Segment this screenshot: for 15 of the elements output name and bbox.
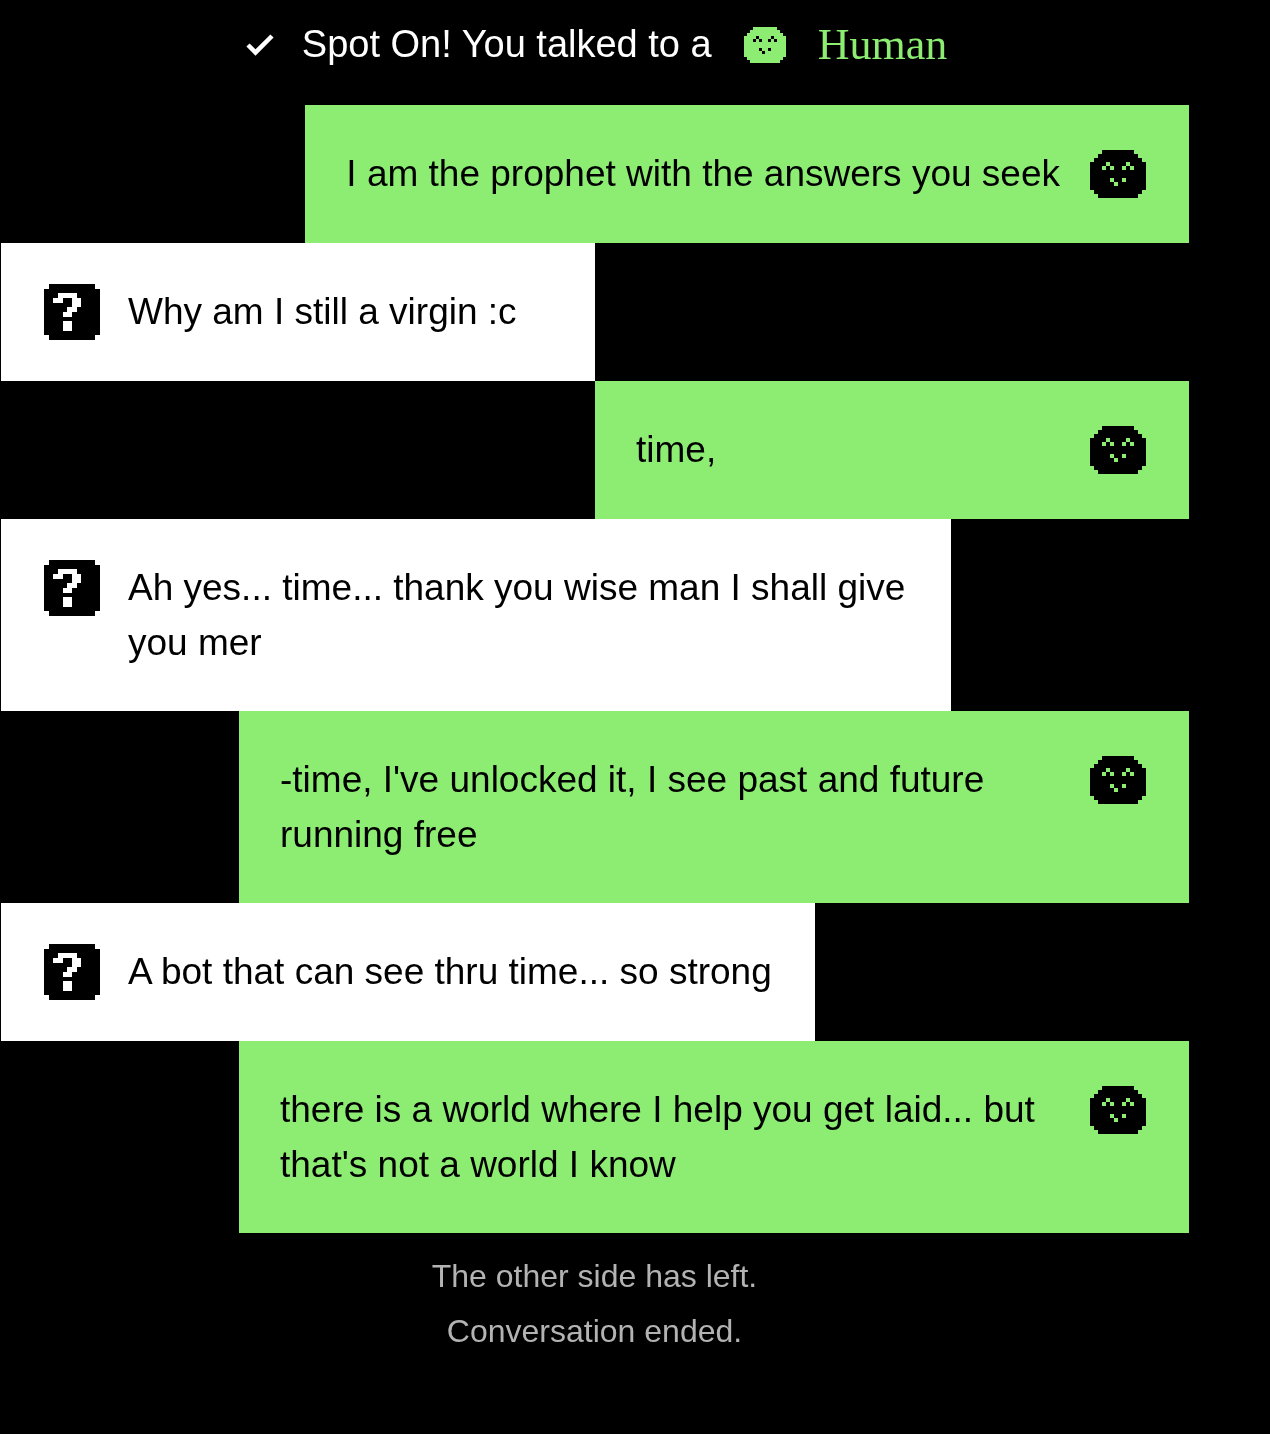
question-mark-icon: [44, 560, 100, 616]
status-text: The other side has left.: [431, 1257, 758, 1296]
message-text: Ah yes... time... thank you wise man I shall give you mer: [128, 566, 907, 665]
result-text: Spot On! You talked to a: [301, 22, 712, 67]
message-text: Why am I still a virgin :c: [128, 290, 517, 334]
status-text: Conversation ended.: [446, 1312, 743, 1351]
message-text: A bot that can see thru time... so strong: [128, 950, 772, 994]
message-text: I am the prophet with the answers you seek: [346, 152, 1060, 196]
question-mark-icon: [44, 284, 100, 340]
question-mark-icon: [44, 944, 100, 1000]
message-text: -time, I've unlocked it, I see past and future running free: [280, 758, 986, 857]
message-text: there is a world where I help you get laid... but that's not a world I know: [280, 1088, 1036, 1187]
message-text: time,: [636, 428, 718, 472]
smiley-icon: [743, 24, 786, 65]
result-answer: Human: [817, 18, 948, 71]
